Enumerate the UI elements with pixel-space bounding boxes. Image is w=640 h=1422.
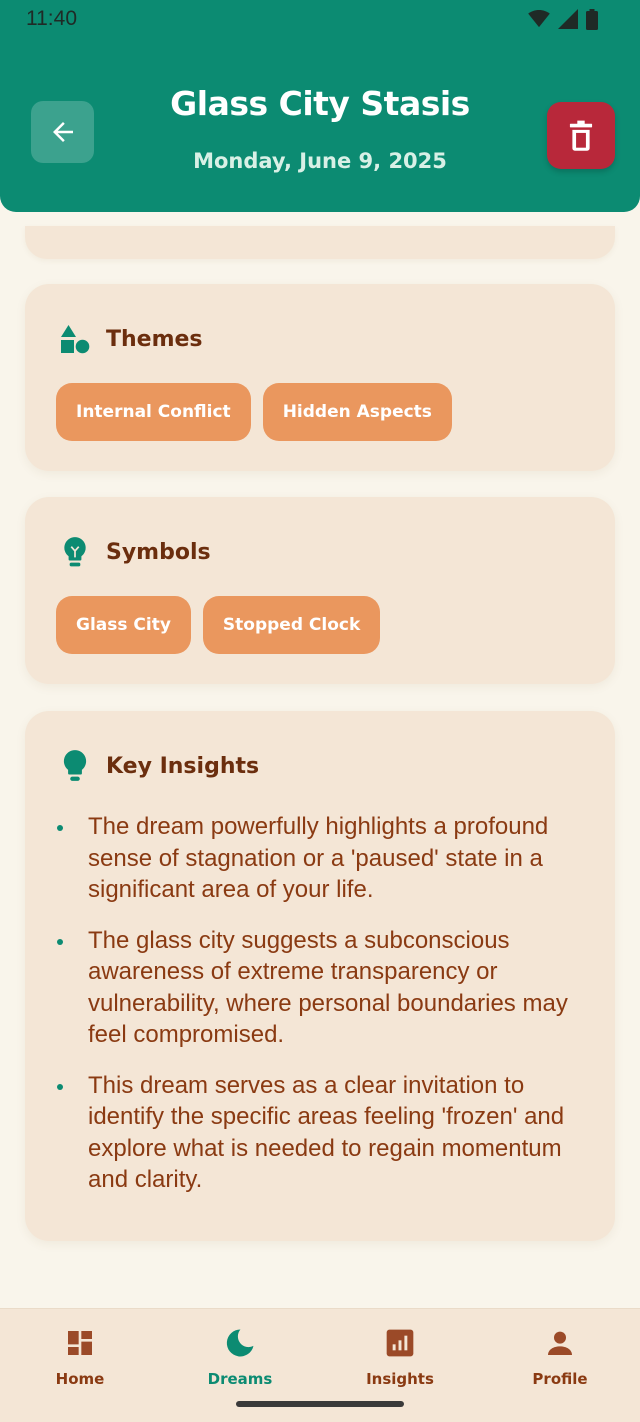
gesture-navigation-bar[interactable] [236,1401,404,1407]
battery-icon [586,8,598,30]
dream-date: Monday, June 9, 2025 [193,149,447,173]
theme-chip[interactable]: Internal Conflict [56,383,251,441]
insights-list: The dream powerfully highlights a profou… [55,811,585,1215]
lightbulb-icon [58,749,92,783]
themes-heading: Themes [106,326,203,352]
arrow-left-icon [52,122,73,142]
list-item: The dream powerfully highlights a profou… [55,811,585,906]
nav-item-insights[interactable]: Insights [320,1309,480,1409]
nav-label: Profile [532,1370,588,1388]
symbol-chip[interactable]: Stopped Clock [202,596,381,654]
back-button[interactable] [31,101,94,163]
previous-card [25,226,615,259]
status-time: 11:40 [26,7,77,30]
themes-card: Themes Internal Conflict Hidden Aspects [25,284,615,471]
dashboard-icon [63,1326,97,1360]
lightbulb-outline-icon [58,535,92,569]
list-item: The glass city suggests a subconscious a… [55,925,585,1051]
insights-heading: Key Insights [106,753,260,779]
moon-icon [223,1326,257,1360]
symbols-chip-list: Glass City Stopped Clock [56,596,381,654]
list-item: This dream serves as a clear invitation … [55,1070,585,1196]
nav-item-profile[interactable]: Profile [480,1309,640,1409]
shapes-icon [58,322,92,356]
bar-chart-icon [383,1326,417,1360]
symbol-chip[interactable]: Glass City [56,596,191,654]
person-icon [543,1326,577,1360]
page-title: Glass City Stasis [170,84,470,123]
status-bar: 11:40 [0,0,640,38]
wifi-icon [528,10,550,28]
symbols-heading: Symbols [106,539,211,565]
theme-chip[interactable]: Hidden Aspects [262,383,452,441]
nav-label: Dreams [207,1370,273,1388]
nav-label: Home [55,1370,105,1388]
themes-chip-list: Internal Conflict Hidden Aspects [56,383,452,441]
delete-button[interactable] [547,102,615,169]
nav-item-dreams[interactable]: Dreams [160,1309,320,1409]
symbols-card: Symbols Glass City Stopped Clock [25,497,615,684]
nav-label: Insights [366,1370,434,1388]
key-insights-card: Key Insights The dream powerfully highli… [25,711,615,1241]
trash-icon [569,120,593,151]
signal-icon [558,9,578,29]
nav-item-home[interactable]: Home [0,1309,160,1409]
